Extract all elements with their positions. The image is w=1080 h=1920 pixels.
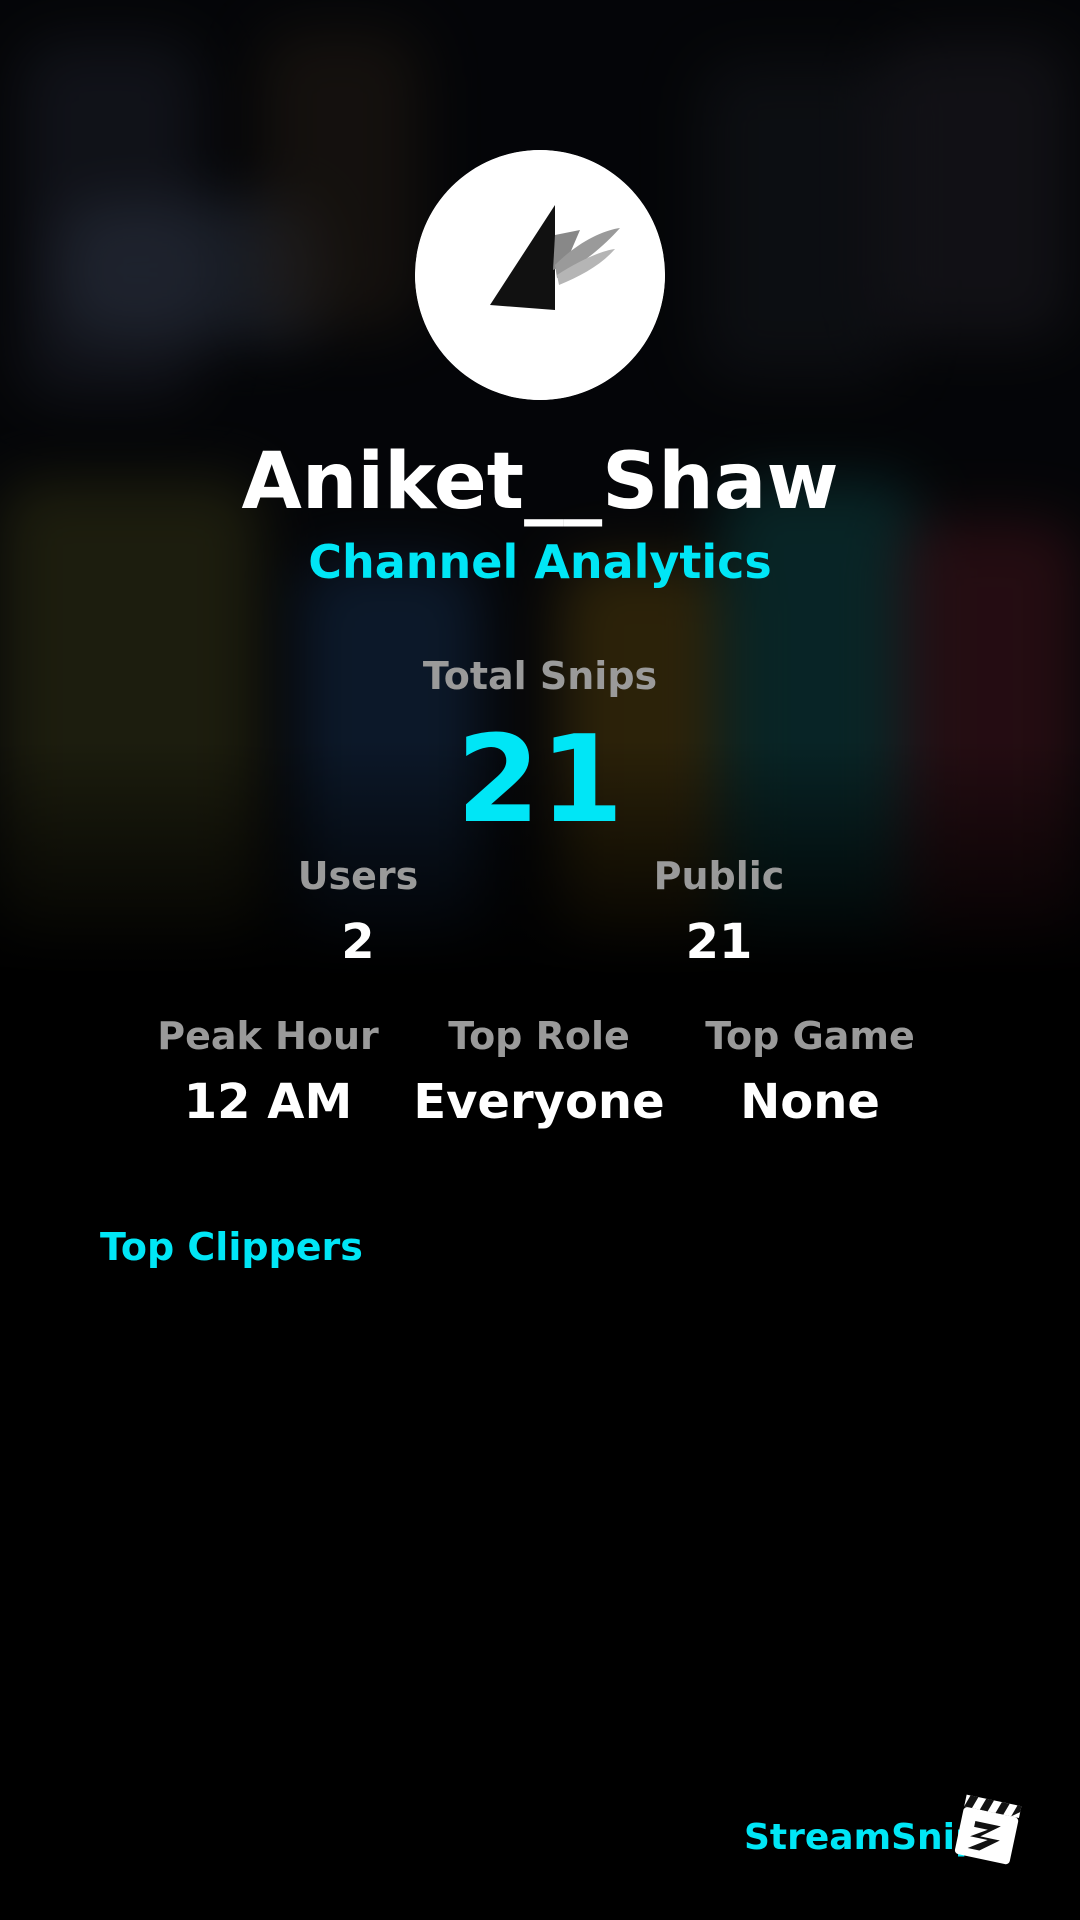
- top-game-value: None: [740, 1074, 880, 1130]
- users-value: 2: [341, 914, 375, 970]
- total-snips-value: 21: [456, 711, 624, 850]
- top-role-value: Everyone: [413, 1074, 665, 1130]
- channel-avatar: [415, 150, 665, 400]
- peak-hour-label: Peak Hour: [157, 1014, 379, 1058]
- users-label: Users: [297, 854, 419, 898]
- streamsnip-clapper-icon: [950, 1790, 1028, 1868]
- page-subtitle: Channel Analytics: [308, 535, 772, 589]
- peak-hour-value: 12 AM: [183, 1074, 353, 1130]
- public-value: 21: [685, 914, 753, 970]
- brand-name: StreamSnip: [744, 1817, 981, 1858]
- public-label: Public: [653, 854, 785, 898]
- top-game-label: Top Game: [705, 1014, 915, 1058]
- top-clippers-heading: Top Clippers: [100, 1225, 363, 1269]
- aniket-logo-icon: [415, 150, 665, 400]
- top-role-label: Top Role: [448, 1014, 630, 1058]
- total-snips-label: Total Snips: [422, 654, 658, 698]
- channel-name: Aniket__Shaw: [241, 437, 839, 527]
